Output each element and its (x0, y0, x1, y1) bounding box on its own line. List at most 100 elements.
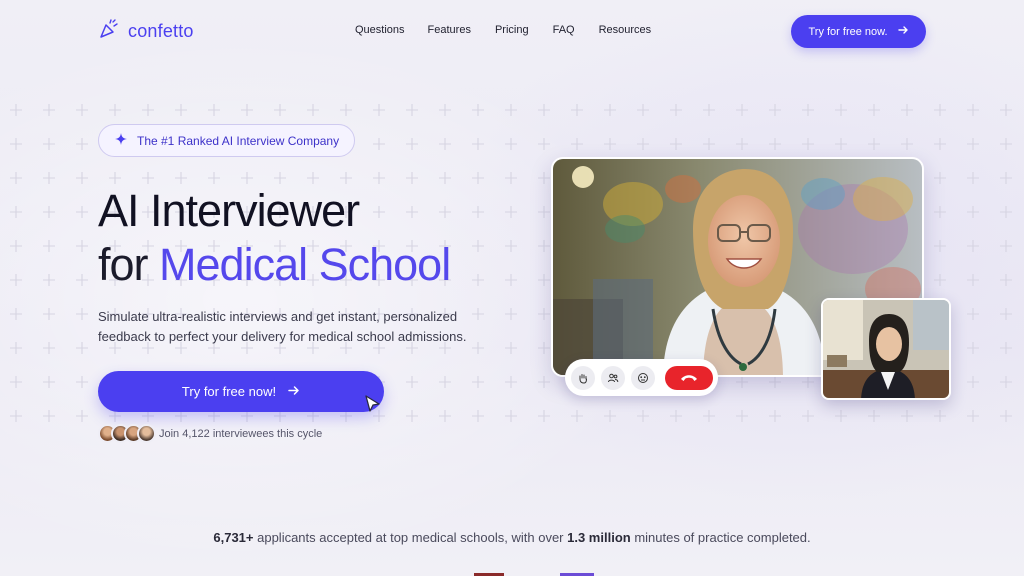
nav-link-pricing[interactable]: Pricing (495, 24, 529, 36)
plus-mark (967, 138, 979, 150)
plus-mark (505, 376, 517, 388)
plus-mark (208, 104, 220, 116)
plus-mark (538, 308, 550, 320)
plus-mark (670, 410, 682, 422)
plus-mark (10, 104, 22, 116)
plus-mark (10, 240, 22, 252)
plus-mark (1000, 308, 1012, 320)
applicant-image (823, 300, 949, 398)
raise-hand-button[interactable] (571, 365, 595, 390)
plus-mark (736, 138, 748, 150)
plus-mark (604, 138, 616, 150)
plus-mark (538, 410, 550, 422)
plus-mark (670, 104, 682, 116)
plus-mark (934, 240, 946, 252)
plus-mark (472, 240, 484, 252)
plus-mark (10, 342, 22, 354)
plus-mark (604, 410, 616, 422)
plus-mark (637, 104, 649, 116)
participants-button[interactable] (601, 365, 625, 390)
plus-mark (10, 274, 22, 286)
hero-try-free-button[interactable]: Try for free now! (98, 371, 384, 412)
plus-mark (670, 138, 682, 150)
plus-mark (43, 410, 55, 422)
plus-mark (1000, 206, 1012, 218)
plus-mark (1000, 376, 1012, 388)
plus-mark (769, 410, 781, 422)
plus-mark (373, 172, 385, 184)
plus-mark (439, 376, 451, 388)
plus-mark (802, 410, 814, 422)
plus-mark (868, 104, 880, 116)
plus-mark (10, 172, 22, 184)
plus-mark (43, 240, 55, 252)
plus-mark (538, 206, 550, 218)
hero-cta-label: Try for free now! (181, 384, 277, 399)
plus-mark (472, 138, 484, 150)
applicant-video (821, 298, 951, 400)
plus-mark (703, 138, 715, 150)
plus-mark (934, 104, 946, 116)
plus-mark (340, 104, 352, 116)
plus-mark (538, 376, 550, 388)
ranking-badge: The #1 Ranked AI Interview Company (98, 124, 355, 157)
title-accent: Medical School (159, 239, 451, 290)
plus-mark (901, 138, 913, 150)
plus-mark (472, 410, 484, 422)
plus-mark (736, 410, 748, 422)
stats-text-2: minutes of practice completed. (630, 530, 811, 545)
plus-mark (406, 206, 418, 218)
plus-mark (109, 172, 121, 184)
plus-mark (703, 104, 715, 116)
plus-mark (505, 172, 517, 184)
plus-mark (967, 172, 979, 184)
plus-mark (76, 342, 88, 354)
plus-mark (43, 104, 55, 116)
plus-mark (406, 104, 418, 116)
plus-mark (637, 410, 649, 422)
plus-mark (835, 138, 847, 150)
nav-try-free-button[interactable]: Try for free now. (791, 15, 926, 48)
plus-mark (571, 104, 583, 116)
hang-up-button[interactable] (665, 365, 713, 390)
plus-mark (208, 172, 220, 184)
plus-mark (175, 172, 187, 184)
plus-mark (406, 172, 418, 184)
avatar (137, 424, 156, 443)
plus-mark (10, 308, 22, 320)
effects-button[interactable] (631, 365, 655, 390)
plus-mark (43, 206, 55, 218)
plus-mark (307, 104, 319, 116)
plus-mark (43, 308, 55, 320)
plus-mark (1000, 240, 1012, 252)
plus-mark (472, 376, 484, 388)
nav-link-resources[interactable]: Resources (599, 24, 652, 36)
plus-mark (967, 342, 979, 354)
plus-mark (10, 376, 22, 388)
plus-mark (505, 104, 517, 116)
plus-mark (274, 104, 286, 116)
plus-mark (835, 104, 847, 116)
plus-mark (340, 172, 352, 184)
plus-mark (439, 138, 451, 150)
plus-mark (76, 240, 88, 252)
plus-mark (1000, 342, 1012, 354)
plus-mark (10, 206, 22, 218)
people-icon (608, 373, 619, 382)
hero-subtitle: Simulate ultra-realistic interviews and … (98, 309, 467, 344)
plus-mark (505, 342, 517, 354)
plus-mark (439, 172, 451, 184)
plus-mark (406, 376, 418, 388)
plus-mark (76, 104, 88, 116)
plus-mark (241, 172, 253, 184)
nav-link-faq[interactable]: FAQ (553, 24, 575, 36)
plus-mark (703, 410, 715, 422)
plus-mark (505, 206, 517, 218)
plus-mark (1000, 138, 1012, 150)
nav-link-questions[interactable]: Questions (355, 24, 405, 36)
nav-link-features[interactable]: Features (428, 24, 471, 36)
plus-mark (76, 138, 88, 150)
plus-mark (967, 104, 979, 116)
logo[interactable]: confetto (98, 18, 194, 45)
plus-mark (10, 410, 22, 422)
